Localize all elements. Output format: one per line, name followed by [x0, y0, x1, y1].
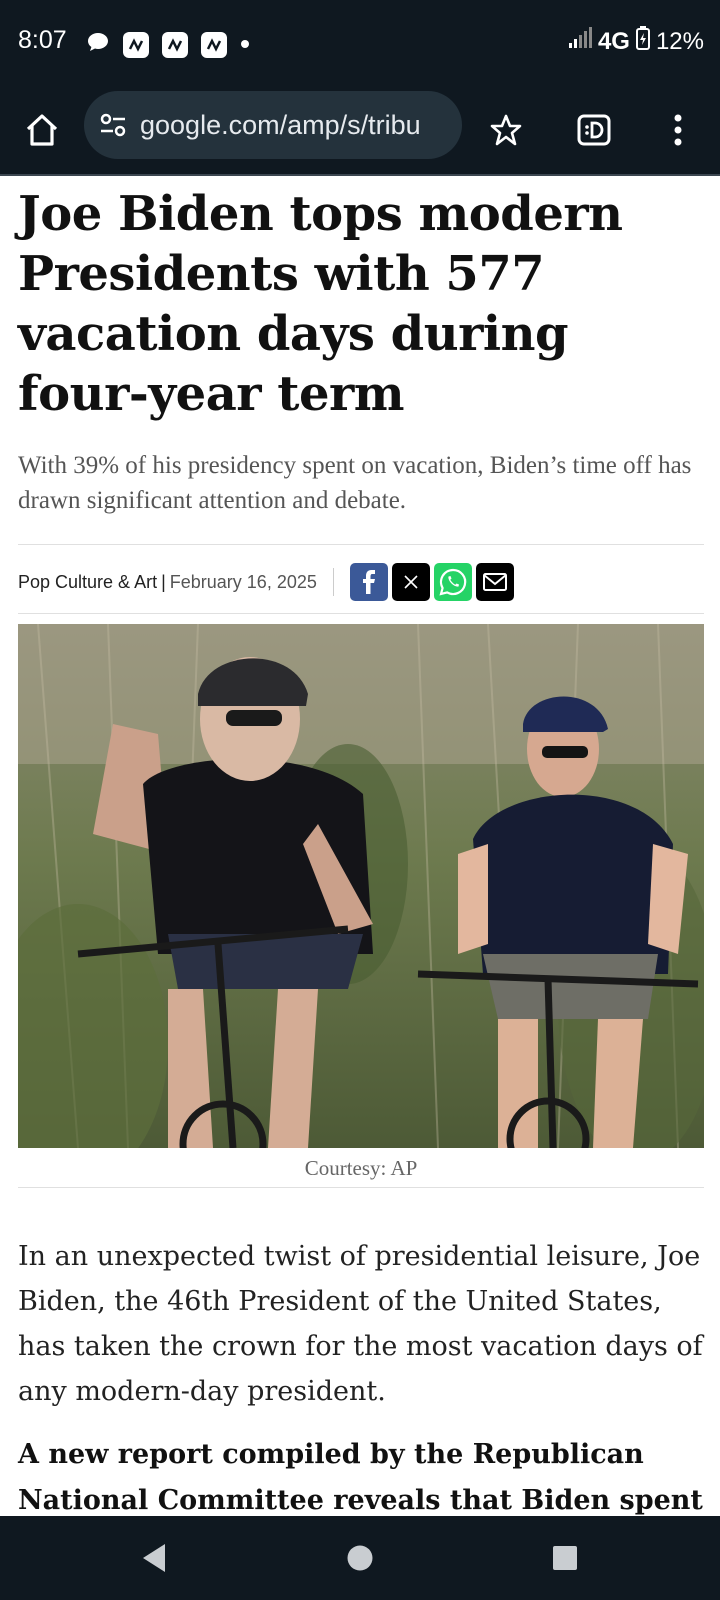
- status-indicators: 4G 12%: [568, 26, 704, 57]
- divider: [18, 544, 704, 545]
- home-icon[interactable]: [18, 106, 66, 154]
- chat-bubble-icon: [86, 30, 110, 59]
- divider: [18, 613, 704, 614]
- facebook-share-icon[interactable]: [349, 563, 388, 601]
- status-bar: 8:07 4G 12%: [0, 0, 720, 88]
- site-settings-icon[interactable]: [98, 110, 128, 140]
- article-meta: Pop Culture & Art | February 16, 2025: [18, 560, 704, 604]
- home-circle-icon[interactable]: [340, 1538, 380, 1578]
- meta-separator: |: [161, 571, 166, 592]
- article-header: Joe Biden tops modern Presidents with 57…: [18, 176, 704, 518]
- app-notification-icon: [201, 31, 227, 58]
- more-dot-icon: [240, 36, 250, 54]
- tab-switcher-icon[interactable]: [570, 106, 618, 154]
- whatsapp-share-icon[interactable]: [433, 563, 472, 601]
- article-headline: Joe Biden tops modern Presidents with 57…: [18, 186, 623, 422]
- overflow-menu-icon[interactable]: [654, 106, 702, 154]
- article-subheadline: With 39% of his presidency spent on vaca…: [18, 452, 692, 514]
- address-bar[interactable]: google.com/amp/s/tribu: [84, 91, 462, 159]
- signal-icon: [568, 27, 592, 56]
- divider: [18, 1187, 704, 1188]
- system-navigation-bar: [0, 1516, 720, 1600]
- article-category[interactable]: Pop Culture & Art: [18, 572, 157, 593]
- status-time: 8:07: [18, 26, 67, 54]
- app-notification-icon: [162, 31, 188, 58]
- browser-toolbar: google.com/amp/s/tribu: [0, 88, 720, 176]
- email-share-icon[interactable]: [475, 563, 514, 601]
- recents-icon[interactable]: [545, 1538, 585, 1578]
- network-type: 4G: [597, 27, 630, 55]
- battery-level: 12%: [655, 27, 704, 55]
- battery-icon: [635, 26, 650, 57]
- url-text[interactable]: google.com/amp/s/tribu: [140, 110, 458, 141]
- notification-icons: [86, 30, 250, 59]
- meta-divider: [332, 568, 334, 596]
- article-photo: [18, 624, 704, 1148]
- article-date: February 16, 2025: [169, 571, 317, 592]
- image-caption: Courtesy: AP: [304, 1156, 418, 1180]
- bookmark-star-icon[interactable]: [482, 106, 530, 154]
- back-icon[interactable]: [134, 1538, 174, 1578]
- app-notification-icon: [123, 31, 149, 58]
- x-share-icon[interactable]: [391, 563, 430, 601]
- article-paragraph: In an unexpected twist of presidential l…: [18, 1241, 703, 1407]
